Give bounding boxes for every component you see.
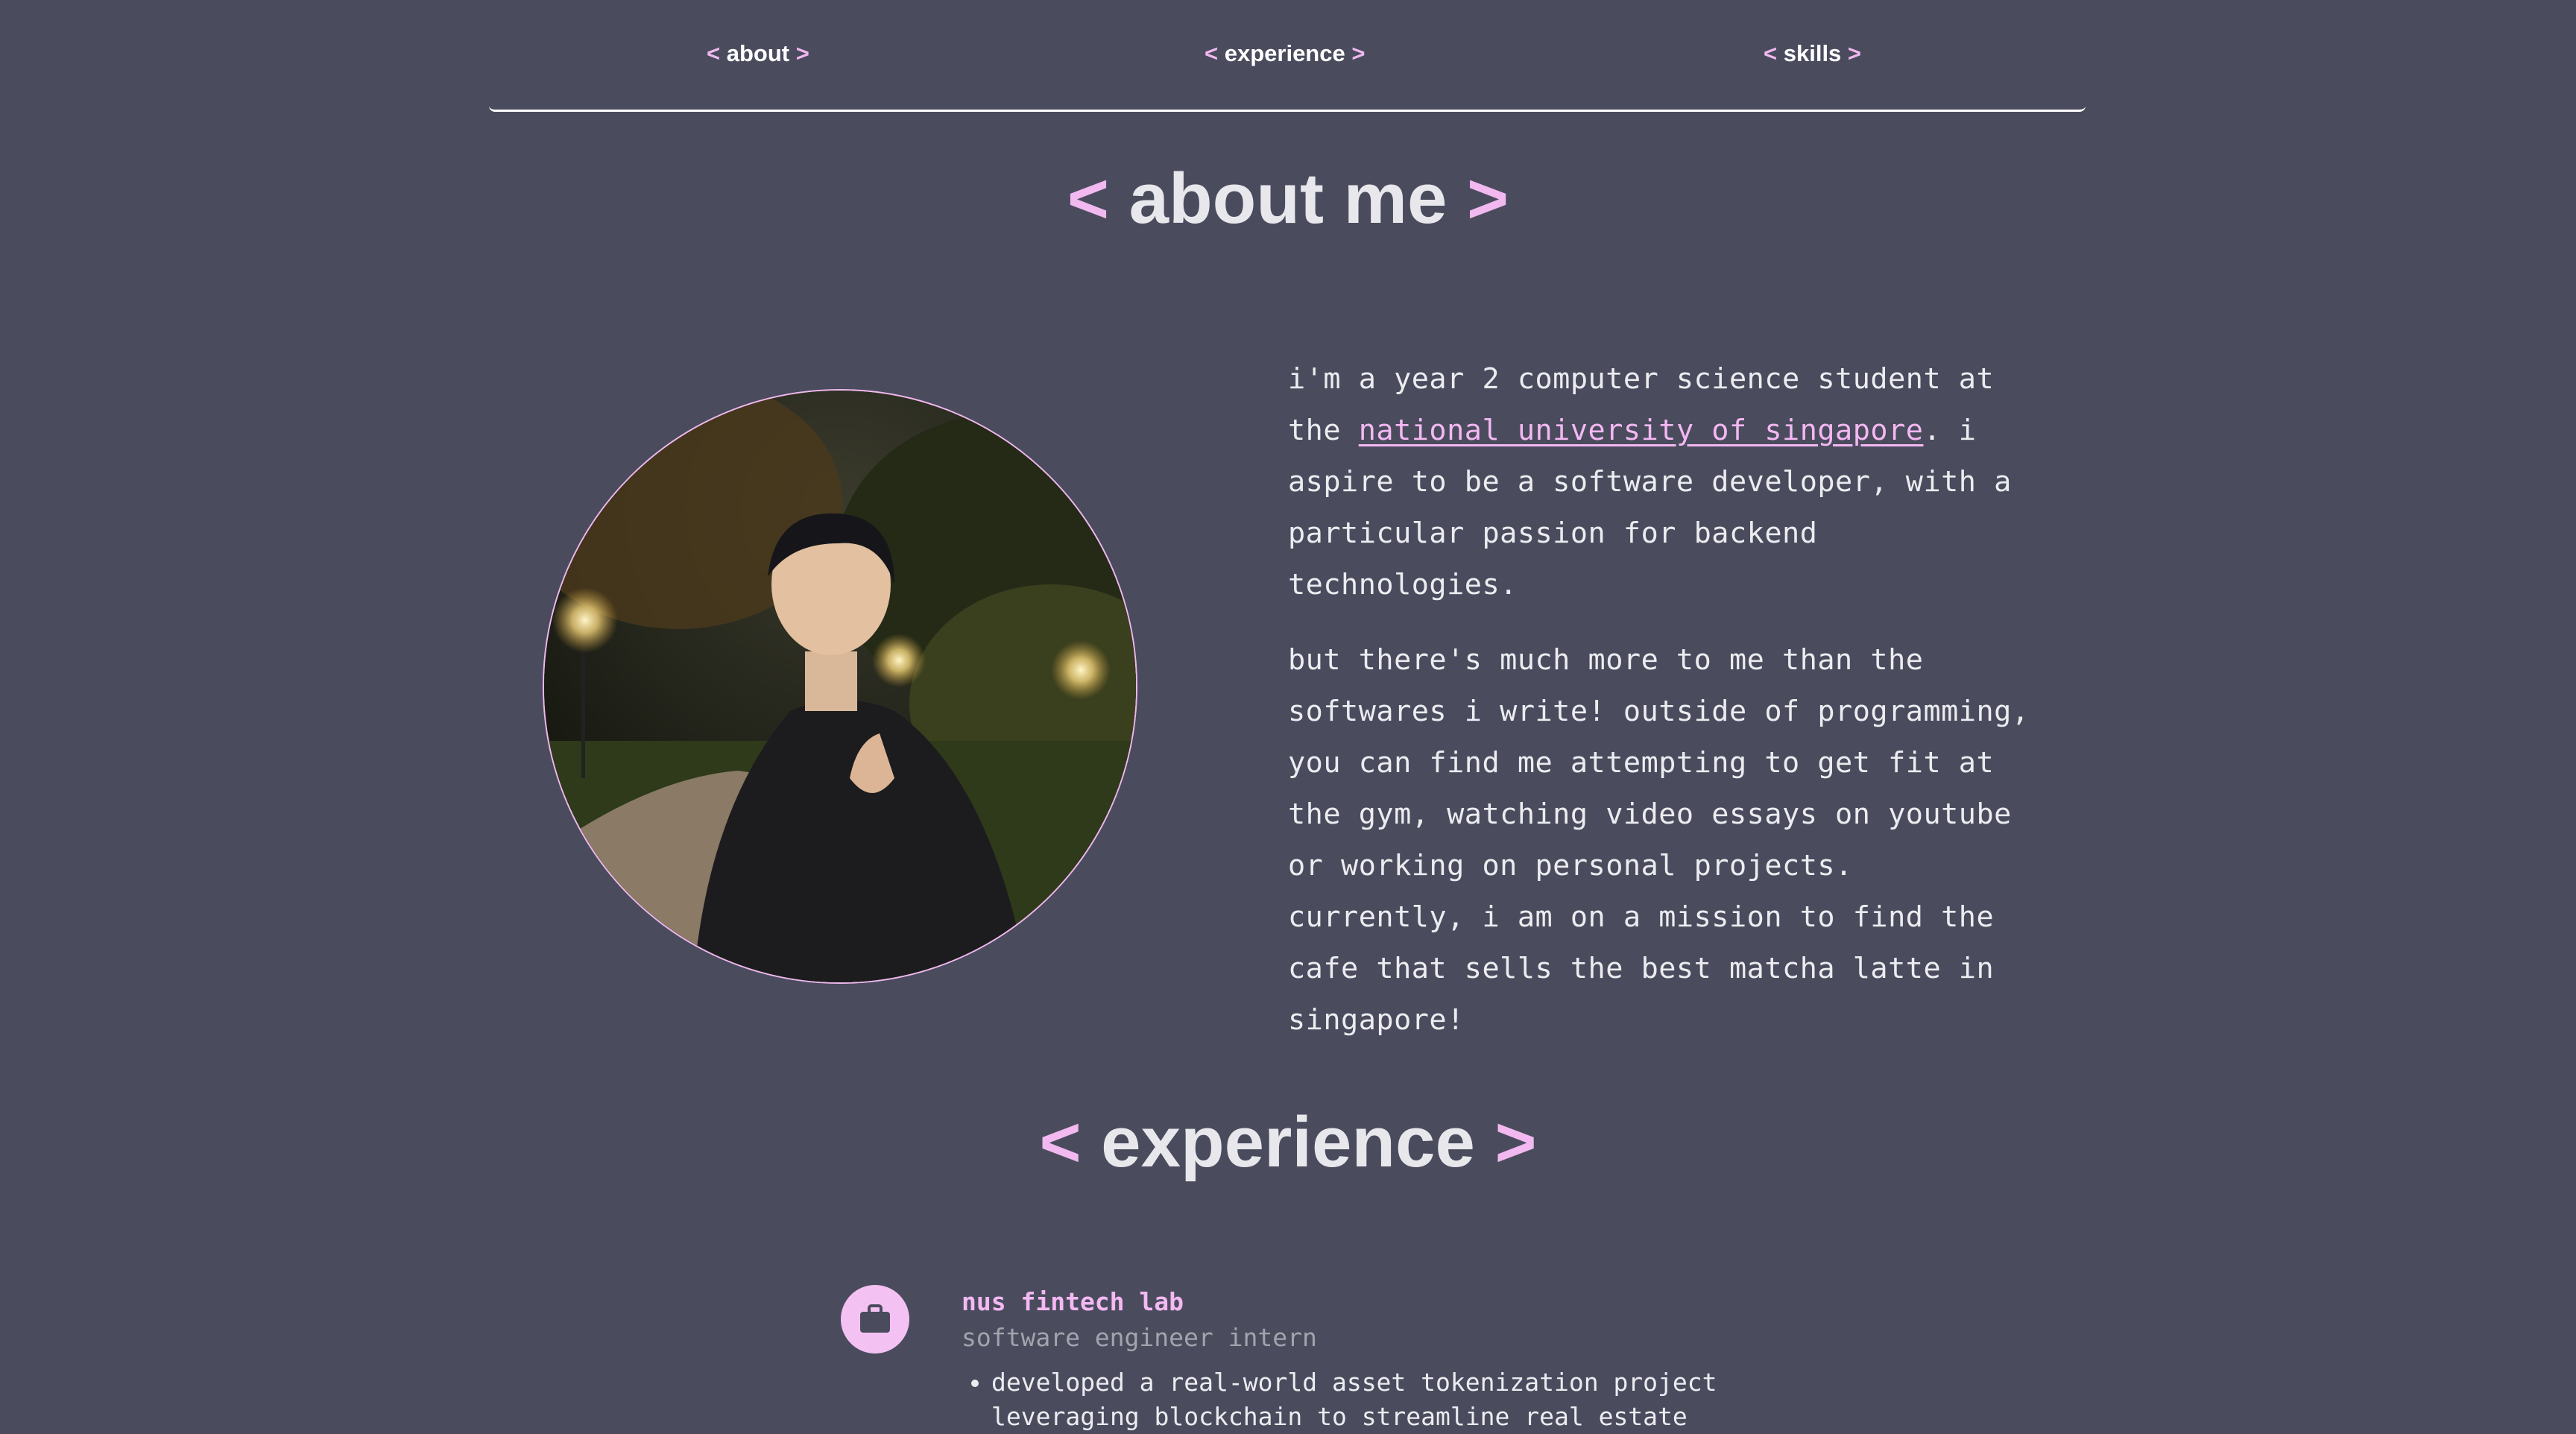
nav-link-experience[interactable]: < experience > <box>1205 40 1365 67</box>
nav-label: skills <box>1783 40 1842 66</box>
about-bio: i'm a year 2 computer science student at… <box>1288 353 2033 1070</box>
list-item: developed a real-world asset tokenizatio… <box>991 1365 1781 1434</box>
briefcase-icon <box>841 1285 909 1354</box>
nav-link-about[interactable]: < about > <box>707 40 809 67</box>
bracket-close: > <box>795 40 809 66</box>
bio-paragraph: but there's much more to me than the sof… <box>1288 643 2030 1037</box>
nav-label: experience <box>1224 40 1345 66</box>
profile-photo <box>543 389 1137 984</box>
bracket-open: < <box>1067 159 1109 239</box>
heading-text: experience <box>1101 1102 1475 1182</box>
heading-text: about me <box>1128 159 1448 239</box>
bracket-open: < <box>707 40 721 66</box>
bio-paragraph: i'm a year 2 computer science student at… <box>1288 353 2033 610</box>
bracket-close: > <box>1847 40 1862 66</box>
nav-link-skills[interactable]: < skills > <box>1764 40 1861 67</box>
experience-heading: < experience > <box>0 1102 2576 1184</box>
about-heading: < about me > <box>0 158 2576 240</box>
top-nav: < about > < experience > < skills > <box>489 0 2086 112</box>
nav-label: about <box>726 40 790 66</box>
bracket-close: > <box>1467 159 1509 239</box>
experience-entry: nus fintech lab software engineer intern… <box>962 1285 1781 1434</box>
bracket-close: > <box>1494 1102 1537 1182</box>
bracket-close: > <box>1351 40 1366 66</box>
bracket-open: < <box>1039 1102 1082 1182</box>
bracket-open: < <box>1205 40 1219 66</box>
experience-bullets: developed a real-world asset tokenizatio… <box>962 1365 1781 1434</box>
job-role: software engineer intern <box>962 1323 1317 1352</box>
bracket-open: < <box>1764 40 1778 66</box>
university-link[interactable]: national university of singapore <box>1359 414 1924 447</box>
company-name: nus fintech lab <box>962 1287 1184 1316</box>
